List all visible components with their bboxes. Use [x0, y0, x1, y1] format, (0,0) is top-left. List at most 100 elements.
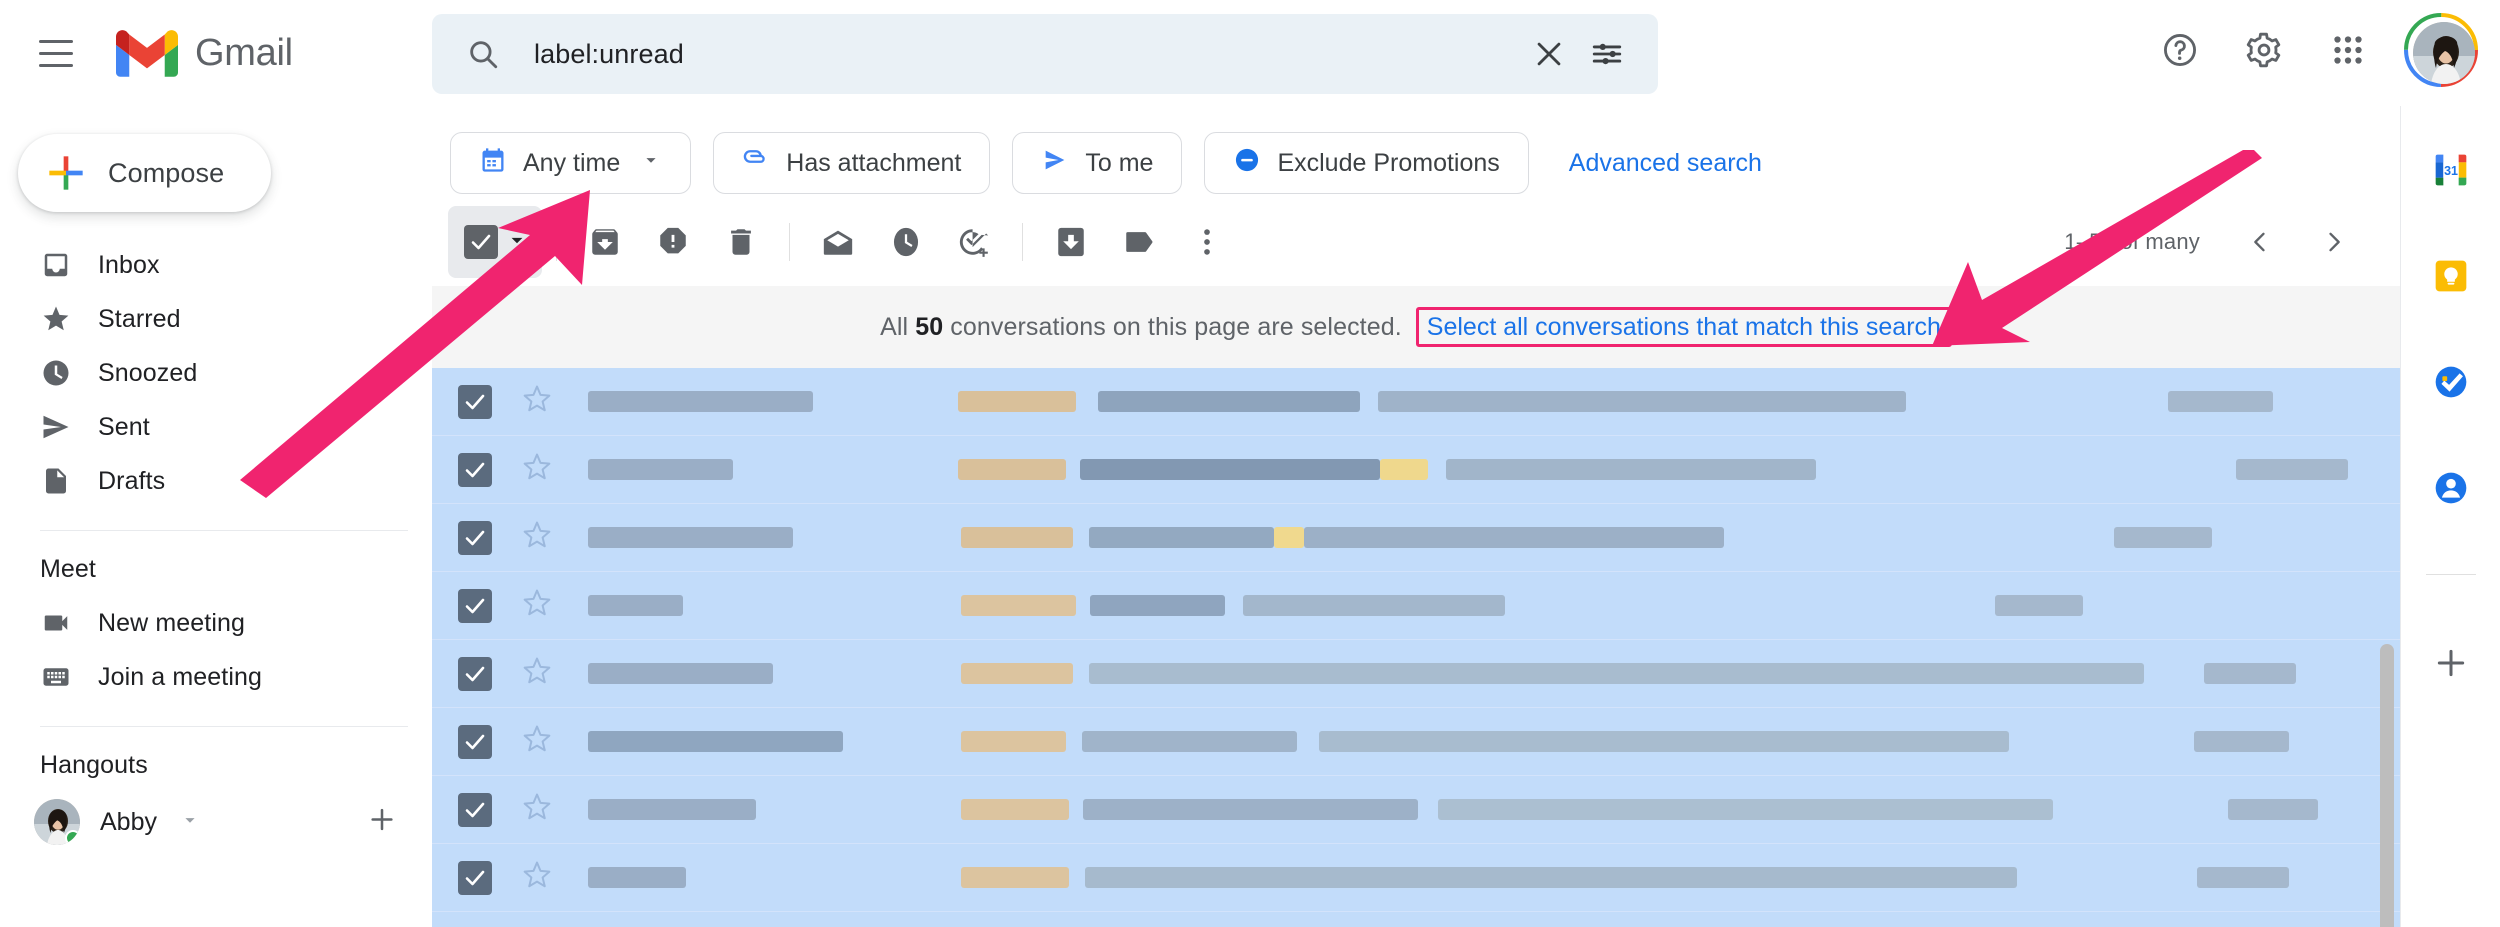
chip-any-time[interactable]: Any time [450, 132, 691, 194]
main-content: Any time Has attachment [432, 106, 2400, 927]
sidebar-item-inbox[interactable]: Inbox [0, 238, 416, 292]
mark-as-read-button[interactable] [804, 208, 872, 276]
help-circle-icon[interactable] [2144, 14, 2216, 86]
toolbar-divider-2 [789, 223, 790, 261]
account-avatar[interactable] [2404, 13, 2478, 87]
compose-button[interactable]: Compose [18, 134, 271, 212]
move-to-inbox-button[interactable] [1037, 208, 1105, 276]
chip-to-me[interactable]: To me [1012, 132, 1182, 194]
contacts-button[interactable] [2425, 462, 2477, 514]
star-icon[interactable] [522, 724, 552, 759]
table-row[interactable] [432, 776, 2400, 844]
select-all-conversations-link[interactable]: Select all conversations that match this… [1416, 307, 1952, 347]
gear-icon[interactable] [2228, 14, 2300, 86]
search-bar[interactable] [432, 14, 1658, 94]
select-all-checkbox[interactable] [448, 206, 542, 278]
row-content-redacted [588, 527, 2400, 548]
chevron-right-icon[interactable] [2304, 212, 2364, 272]
search-icon[interactable] [454, 25, 512, 83]
chevron-down-icon[interactable] [504, 227, 530, 258]
table-row[interactable] [432, 436, 2400, 504]
chip-label: Exclude Promotions [1277, 149, 1499, 178]
checkbox-checked-icon [464, 225, 498, 259]
table-row[interactable] [432, 912, 2400, 927]
scrollbar-thumb[interactable] [2380, 644, 2394, 927]
sidebar-item-starred[interactable]: Starred [0, 292, 416, 346]
search-input[interactable] [534, 39, 1520, 70]
chip-label: Any time [523, 149, 620, 178]
table-row[interactable] [432, 640, 2400, 708]
table-row[interactable] [432, 572, 2400, 640]
close-icon[interactable] [1520, 25, 1578, 83]
row-checkbox[interactable] [458, 385, 492, 419]
star-icon[interactable] [522, 656, 552, 691]
table-row[interactable] [432, 708, 2400, 776]
tasks-button[interactable] [2425, 356, 2477, 408]
snooze-button[interactable] [872, 208, 940, 276]
sidebar-item-snoozed[interactable]: Snoozed [0, 346, 416, 400]
sidebar-item-join-meeting[interactable]: Join a meeting [0, 650, 416, 704]
row-checkbox[interactable] [458, 657, 492, 691]
star-icon[interactable] [522, 452, 552, 487]
sidebar-item-label: Sent [98, 413, 150, 442]
advanced-search-link[interactable]: Advanced search [1569, 149, 1762, 178]
labels-button[interactable] [1105, 208, 1173, 276]
report-spam-button[interactable] [639, 208, 707, 276]
row-checkbox[interactable] [458, 861, 492, 895]
banner-prefix: All [880, 313, 908, 341]
pagination-range: 1–50 of many [2064, 229, 2200, 255]
row-content-redacted [588, 459, 2400, 480]
video-camera-icon [40, 607, 72, 639]
sidebar-item-label: Drafts [98, 467, 165, 496]
archive-button[interactable] [571, 208, 639, 276]
delete-button[interactable] [707, 208, 775, 276]
chevron-left-icon[interactable] [2230, 212, 2290, 272]
sidebar-item-label: Snoozed [98, 359, 197, 388]
row-checkbox[interactable] [458, 589, 492, 623]
sidebar-item-label: Join a meeting [98, 663, 262, 692]
plus-icon [46, 153, 86, 193]
table-row[interactable] [432, 844, 2400, 912]
banner-message: All 50 conversations on this page are se… [880, 313, 1402, 342]
search-options-tune-icon[interactable] [1578, 25, 1636, 83]
row-checkbox[interactable] [458, 725, 492, 759]
chevron-down-icon[interactable] [179, 809, 201, 836]
svg-text:31: 31 [2444, 164, 2458, 178]
table-row[interactable] [432, 368, 2400, 436]
chip-has-attachment[interactable]: Has attachment [713, 132, 990, 194]
google-calendar-icon: 31 [2428, 147, 2474, 193]
add-contact-button[interactable] [366, 804, 398, 841]
sidebar-item-new-meeting[interactable]: New meeting [0, 596, 416, 650]
chip-label: Has attachment [786, 149, 961, 178]
row-checkbox[interactable] [458, 453, 492, 487]
star-icon[interactable] [522, 520, 552, 555]
star-icon[interactable] [522, 588, 552, 623]
minus-circle-icon [1233, 146, 1261, 181]
mail-list-scrollbar[interactable] [2380, 644, 2394, 927]
sidebar-item-drafts[interactable]: Drafts [0, 454, 416, 508]
star-icon[interactable] [522, 792, 552, 827]
calendar-icon [479, 146, 507, 181]
more-options-button[interactable] [1173, 208, 1241, 276]
google-contacts-icon [2428, 465, 2474, 511]
chip-exclude-promotions[interactable]: Exclude Promotions [1204, 132, 1528, 194]
star-icon[interactable] [522, 384, 552, 419]
banner-count: 50 [915, 313, 943, 341]
hangouts-user-row[interactable]: Abby [0, 792, 416, 852]
keep-button[interactable] [2425, 250, 2477, 302]
side-apps-rail: 31 [2400, 106, 2500, 927]
app-title: Gmail [195, 34, 293, 72]
row-checkbox[interactable] [458, 793, 492, 827]
table-row[interactable] [432, 504, 2400, 572]
brand: Gmail [116, 30, 293, 77]
apps-grid-icon[interactable] [2312, 14, 2384, 86]
add-app-button[interactable] [2431, 643, 2471, 688]
sidebar-item-label: New meeting [98, 609, 245, 638]
star-icon[interactable] [522, 860, 552, 895]
calendar-button[interactable]: 31 [2425, 144, 2477, 196]
add-to-tasks-button[interactable] [940, 208, 1008, 276]
sidebar-item-sent[interactable]: Sent [0, 400, 416, 454]
row-checkbox[interactable] [458, 521, 492, 555]
hamburger-menu-icon[interactable] [18, 15, 94, 91]
banner-suffix: conversations on this page are selected. [950, 313, 1402, 341]
